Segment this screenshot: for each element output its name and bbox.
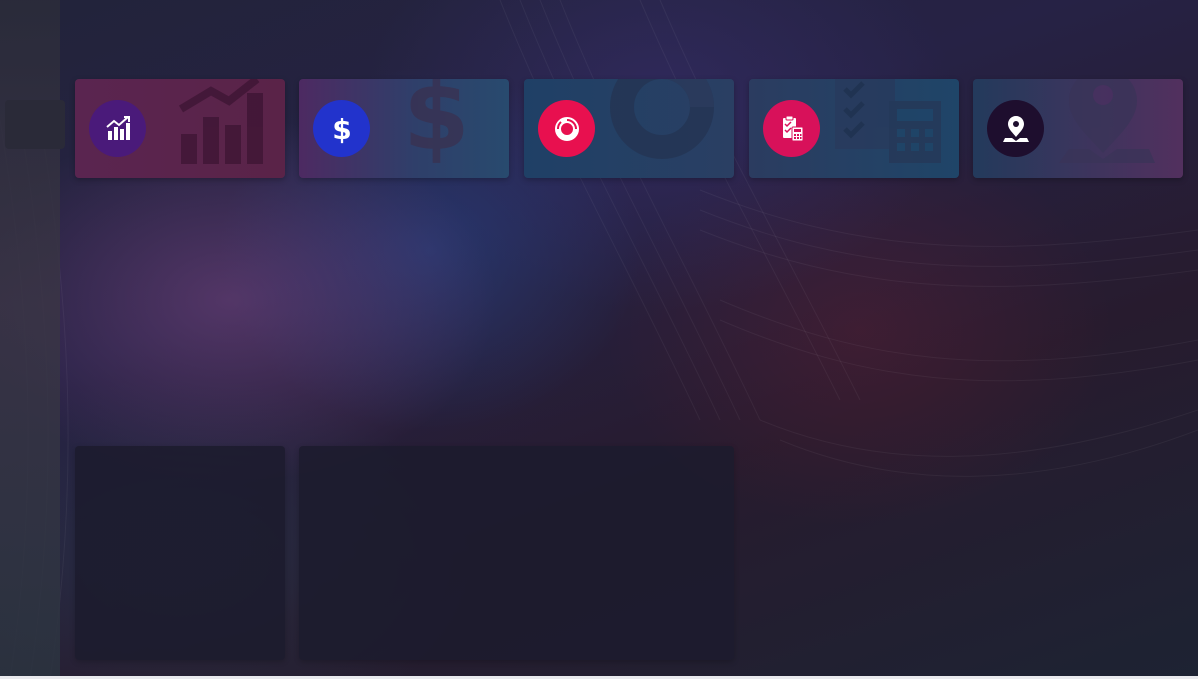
donut-chart-icon	[538, 100, 595, 157]
map-pin-background-icon	[1059, 79, 1155, 163]
donut-chart-background-icon	[610, 79, 714, 159]
dollar-icon: $	[313, 100, 370, 157]
bar-chart-background-icon	[178, 79, 263, 164]
dollar-background-icon: $	[403, 79, 470, 172]
map-pin-icon	[987, 100, 1044, 157]
stat-card-locations[interactable]	[973, 79, 1183, 178]
right-panel	[299, 446, 734, 660]
stat-card-analytics[interactable]	[75, 79, 285, 178]
stat-card-orders[interactable]	[749, 79, 959, 178]
sidebar-toggle-button[interactable]	[5, 100, 65, 149]
svg-text:$: $	[332, 113, 351, 145]
clipboard-calculator-icon	[763, 100, 820, 157]
svg-text:$: $	[403, 79, 470, 172]
stat-card-donut[interactable]	[524, 79, 734, 178]
left-panel	[75, 446, 285, 660]
bar-chart-trend-icon	[89, 100, 146, 157]
stat-card-revenue[interactable]: $ $	[299, 79, 509, 178]
clipboard-calculator-background-icon	[835, 79, 941, 163]
